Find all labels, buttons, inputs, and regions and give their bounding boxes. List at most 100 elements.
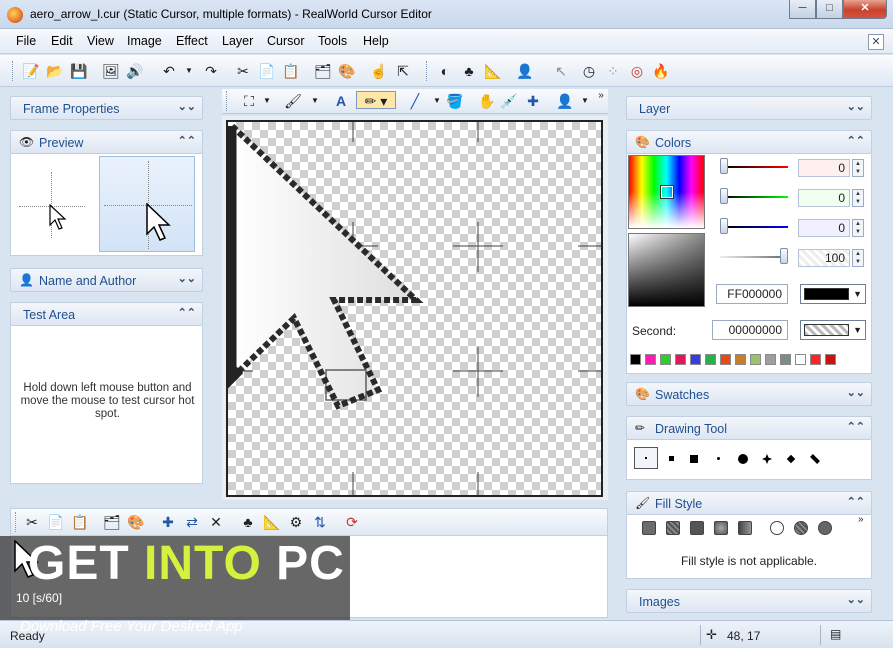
alpha-slider-thumb[interactable] (780, 248, 788, 264)
overflow-icon[interactable]: » (592, 87, 610, 105)
palette-swatch[interactable] (735, 354, 746, 365)
second-color-dropdown[interactable]: ▼ (800, 320, 866, 340)
overflow-icon[interactable]: » (858, 514, 864, 525)
paste-icon[interactable]: 📋 (71, 513, 89, 531)
palette-swatch[interactable] (765, 354, 776, 365)
red-spinner[interactable]: ▲ ▼ (852, 159, 864, 177)
menu-image[interactable]: Image (127, 34, 162, 48)
shadow-icon[interactable]: ♣ (460, 62, 478, 80)
toolbar-grip[interactable] (12, 61, 15, 81)
line-tool-icon[interactable]: ╱ (406, 92, 424, 110)
menu-view[interactable]: View (87, 34, 114, 48)
line-dropdown-icon[interactable]: ▼ (428, 92, 446, 110)
menu-help[interactable]: Help (363, 34, 389, 48)
user-icon[interactable]: 👤 (516, 62, 534, 80)
palette-swatch[interactable] (690, 354, 701, 365)
fill-hatch[interactable] (666, 521, 680, 535)
palette-swatch[interactable] (750, 354, 761, 365)
palette-swatch[interactable] (810, 354, 821, 365)
red-input[interactable]: 0 (798, 159, 850, 177)
alpha-input[interactable]: 100 (798, 249, 850, 267)
duplicate-icon[interactable]: 🗂 (103, 513, 121, 531)
fire-icon[interactable]: 🔥 (652, 62, 670, 80)
fill-circle-outline[interactable] (770, 521, 784, 535)
chevron-up-icon[interactable]: ⌃⌃ (178, 306, 196, 319)
layers-icon[interactable]: 🎨 (338, 62, 356, 80)
palette-swatch[interactable] (645, 354, 656, 365)
arrow-cursor-icon[interactable]: ↖ (552, 62, 570, 80)
blue-spinner[interactable]: ▲ ▼ (852, 219, 864, 237)
chevron-up-icon[interactable]: ⌃⌃ (847, 134, 865, 147)
refresh-icon[interactable]: ⟳ (343, 513, 361, 531)
undo-icon[interactable]: ↶ (160, 62, 178, 80)
frame-props-icon[interactable]: ♣ (239, 513, 257, 531)
minimize-button[interactable]: ─ (789, 0, 816, 19)
fill-gradient[interactable] (738, 521, 752, 535)
green-slider-track[interactable] (724, 196, 788, 198)
brush-dropdown-icon[interactable]: ▼ (306, 92, 324, 110)
menu-effect[interactable]: Effect (176, 34, 208, 48)
save-icon[interactable]: 💾 (70, 62, 88, 80)
cursor-test-icon[interactable]: ⇱ (394, 62, 412, 80)
fill-dark[interactable] (690, 521, 704, 535)
alpha-spinner[interactable]: ▲ ▼ (852, 249, 864, 267)
frame-properties-header[interactable]: Frame Properties ⌄⌄ (10, 96, 203, 120)
new-file-icon[interactable]: 📝 (22, 62, 40, 80)
pencil-tool-icon[interactable]: ✏ ▾ (356, 91, 396, 109)
test-area-header[interactable]: Test Area ⌃⌃ (10, 302, 203, 326)
ruler-icon[interactable]: 📐 (484, 62, 502, 80)
palette-swatch[interactable] (675, 354, 686, 365)
cut-icon[interactable]: ✂ (23, 513, 41, 531)
copy-icon[interactable]: 📄 (47, 513, 65, 531)
chevron-up-icon[interactable]: ⌃⌃ (847, 495, 865, 508)
select-rect-icon[interactable]: ⛶ (240, 92, 258, 110)
gear-icon[interactable]: ⚙ (287, 513, 305, 531)
green-input[interactable]: 0 (798, 189, 850, 207)
green-slider-thumb[interactable] (720, 188, 728, 204)
brush-icon[interactable]: 🖌 (284, 92, 302, 110)
text-tool-icon[interactable]: A (332, 92, 350, 110)
ruler-icon[interactable]: 📐 (263, 513, 281, 531)
palette-swatch[interactable] (660, 354, 671, 365)
eyedropper-icon[interactable]: 💉 (500, 92, 518, 110)
second-hex-input[interactable]: 00000000 (712, 320, 788, 340)
fill-bucket-icon[interactable]: 🪣 (446, 92, 464, 110)
ring-cursor-icon[interactable]: ◎ (628, 62, 646, 80)
green-spinner[interactable]: ▲ ▼ (852, 189, 864, 207)
palette-swatch[interactable] (720, 354, 731, 365)
drawing-canvas[interactable] (226, 120, 603, 497)
fill-circle-hatch[interactable] (794, 521, 808, 535)
blue-slider-track[interactable] (724, 226, 788, 228)
red-slider-thumb[interactable] (720, 158, 728, 174)
primary-color-dropdown[interactable]: ▼ (800, 284, 866, 304)
layer-header[interactable]: Layer ⌄⌄ (626, 96, 872, 120)
palette-swatch[interactable] (780, 354, 791, 365)
move-frame-icon[interactable]: ⇄ (183, 513, 201, 531)
clock-cursor-icon[interactable]: ◷ (580, 62, 598, 80)
chevron-up-icon[interactable]: ⌃⌃ (847, 420, 865, 433)
toolbar-grip[interactable] (226, 91, 229, 111)
alpha-slider-track[interactable] (720, 256, 788, 258)
palette-swatch[interactable] (795, 354, 806, 365)
menu-edit[interactable]: Edit (51, 34, 73, 48)
swatches-header[interactable]: 🎨 Swatches ⌄⌄ (626, 382, 872, 406)
hand-icon[interactable]: ✋ (478, 92, 496, 110)
contrast-icon[interactable]: ◐ (436, 62, 454, 80)
document-close-button[interactable]: ✕ (868, 34, 884, 50)
brush-size-4[interactable] (717, 457, 720, 460)
delete-frame-icon[interactable]: ✕ (207, 513, 225, 531)
images-header[interactable]: Images ⌄⌄ (626, 589, 872, 613)
palette-swatch[interactable] (705, 354, 716, 365)
chevron-down-icon[interactable]: ⌄⌄ (847, 593, 865, 606)
preview-header[interactable]: 👁 Preview ⌃⌃ (10, 130, 203, 154)
chevron-up-icon[interactable]: ⌃⌃ (178, 134, 196, 147)
chevron-down-icon[interactable]: ⌄⌄ (178, 272, 196, 285)
chevron-down-icon[interactable]: ⌄⌄ (178, 100, 196, 113)
menu-tools[interactable]: Tools (318, 34, 347, 48)
palette-swatch[interactable] (825, 354, 836, 365)
maximize-button[interactable]: □ (816, 0, 843, 19)
user-icon[interactable]: 👤 (556, 92, 574, 110)
hue-picker[interactable] (628, 155, 705, 229)
fill-radial[interactable] (714, 521, 728, 535)
export-icon[interactable]: 🖼 (102, 62, 120, 80)
